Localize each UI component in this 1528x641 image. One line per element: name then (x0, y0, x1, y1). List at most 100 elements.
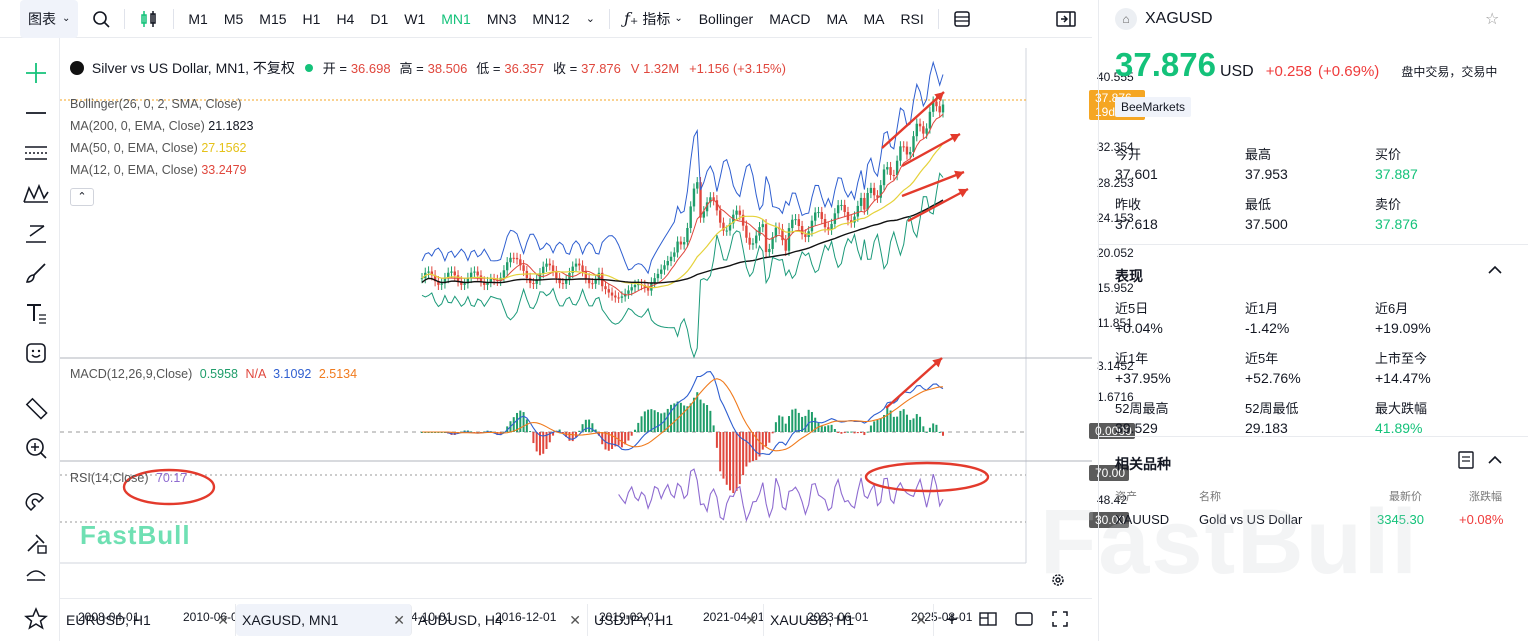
candle-body (725, 230, 728, 232)
ma12-legend[interactable]: MA(12, 0, EMA, Close) 33.2479 (70, 163, 247, 177)
tf-M1[interactable]: M1 (180, 0, 215, 38)
macd-histogram-bar (568, 432, 571, 441)
ma200-legend[interactable]: MA(200, 0, EMA, Close) 21.1823 (70, 119, 253, 133)
candle-body (718, 210, 722, 223)
crosshair-icon[interactable] (18, 58, 54, 88)
close-icon[interactable]: ✕ (217, 612, 229, 629)
news-list-icon[interactable] (1457, 451, 1475, 474)
macd-histogram-bar (873, 421, 876, 432)
ma50-legend[interactable]: MA(50, 0, EMA, Close) 27.1562 (70, 141, 247, 155)
candle-body (820, 212, 823, 220)
trend-line-icon[interactable] (18, 98, 54, 128)
stat-value: 41.89% (1375, 420, 1423, 436)
macd-histogram-bar (840, 432, 843, 434)
candle-body (791, 219, 794, 229)
perf-1y: 近1年 +37.95% (1115, 348, 1245, 386)
macd-histogram-bar (932, 423, 935, 432)
indicator-ma[interactable]: MA (818, 0, 855, 38)
projection-icon[interactable] (18, 218, 54, 248)
candle-body (489, 278, 493, 283)
macd-histogram-bar (899, 410, 902, 432)
candle-body (673, 252, 676, 257)
tf-MN1[interactable]: MN1 (433, 0, 479, 38)
close-icon[interactable]: ✕ (745, 612, 757, 629)
tf-M15[interactable]: M15 (251, 0, 294, 38)
stat-label: 近6月 (1375, 301, 1409, 316)
tf-D1[interactable]: D1 (362, 0, 396, 38)
stat-label: 近5年 (1245, 351, 1279, 366)
stat-label: 上市至今 (1375, 351, 1428, 366)
close-icon[interactable]: ✕ (569, 612, 581, 629)
timeframe-more-chevron-icon[interactable]: ⌄ (578, 0, 603, 38)
indicators-button[interactable]: ƒ₊ 指标 ⌄ (616, 0, 691, 38)
close-icon[interactable]: ✕ (393, 612, 405, 629)
indicator-rsi[interactable]: RSI (892, 0, 931, 38)
tf-W1[interactable]: W1 (396, 0, 433, 38)
ma50-label: MA(50, 0, EMA, Close) (70, 141, 198, 155)
symbol-tab[interactable]: AUDUSD, H4 ✕ (412, 604, 588, 636)
tf-MN3[interactable]: MN3 (479, 0, 525, 38)
indicator-macd[interactable]: MACD (761, 0, 818, 38)
tf-H1[interactable]: H1 (295, 0, 329, 38)
candle-body (686, 227, 689, 243)
tf-MN12[interactable]: MN12 (524, 0, 577, 38)
open-label: 开 = (322, 61, 347, 76)
pattern-icon[interactable] (18, 178, 54, 208)
macd-histogram-bar (765, 432, 768, 447)
macd-legend[interactable]: MACD(12,26,9,Close) 0.5958 N/A 3.1092 2.… (70, 367, 357, 381)
add-tab-plus-icon[interactable]: + (934, 609, 970, 632)
macd-histogram-bar (794, 408, 797, 432)
chevron-up-icon[interactable] (1487, 452, 1503, 473)
symbol-tab[interactable]: USDJPY, H1 ✕ (588, 604, 764, 636)
symbol-logo-icon (70, 61, 84, 75)
search-icon[interactable] (84, 0, 118, 38)
horizontal-lines-icon[interactable] (18, 138, 54, 168)
fullscreen-icon[interactable] (1042, 610, 1078, 630)
single-layout-icon[interactable] (1006, 611, 1042, 629)
quote-bid: 买价 37.887 (1375, 144, 1505, 182)
macd-histogram-bar (902, 409, 905, 432)
macd-histogram-bar (640, 416, 643, 432)
candle-body (614, 295, 617, 298)
favorites-star-icon[interactable] (18, 604, 54, 634)
indicator-ma-2[interactable]: MA (855, 0, 892, 38)
chart-area[interactable]: Silver vs US Dollar, MN1, 不复权 开 = 36.698… (60, 38, 1145, 624)
rsi-legend[interactable]: RSI(14,Close) 70.17 (70, 471, 187, 485)
visibility-icon[interactable] (18, 564, 54, 584)
macd-histogram-bar (781, 416, 784, 432)
zoom-in-icon[interactable] (18, 433, 54, 463)
macd-histogram-bar (797, 412, 800, 432)
close-icon[interactable]: ✕ (915, 612, 927, 629)
favorite-star-icon[interactable]: ☆ (1485, 9, 1499, 29)
candle-body (676, 241, 679, 253)
chart-type-dropdown[interactable]: 图表 ⌄ (20, 0, 79, 38)
symbol-tab-active[interactable]: XAGUSD, MN1 ✕ (236, 604, 412, 636)
collapse-panel-icon[interactable] (1048, 0, 1084, 38)
tf-H4[interactable]: H4 (328, 0, 362, 38)
ruler-icon[interactable] (18, 393, 54, 423)
macd-histogram-bar (938, 431, 941, 433)
indicator-bollinger[interactable]: Bollinger (691, 0, 761, 38)
symbol-tab[interactable]: XAUUSD, H1 ✕ (764, 604, 934, 636)
candle-body (892, 174, 896, 176)
candle-body (692, 188, 696, 207)
tf-M5[interactable]: M5 (216, 0, 251, 38)
candle-body (633, 284, 637, 288)
chart-type-label: 图表 (28, 10, 56, 27)
magnet-icon[interactable] (18, 488, 54, 518)
rsi-line (618, 468, 944, 523)
collapse-legend-chevron-up-icon[interactable]: ⌃ (70, 188, 94, 206)
text-tool-icon[interactable] (18, 298, 54, 328)
layout-template-icon[interactable] (945, 0, 979, 38)
emoji-icon[interactable] (18, 338, 54, 368)
symbol-tab[interactable]: EURUSD, H1 ✕ (60, 604, 236, 636)
chevron-up-icon[interactable] (1487, 262, 1503, 283)
candle-type-icon[interactable] (131, 0, 167, 38)
candle-body (758, 227, 761, 236)
bollinger-legend[interactable]: Bollinger(26, 0, 2, SMA, Close) (70, 97, 242, 111)
lock-drawings-icon[interactable] (18, 528, 54, 558)
rsi-label: RSI(14,Close) (70, 471, 149, 485)
split-layout-icon[interactable] (970, 611, 1006, 629)
divider (1099, 244, 1528, 245)
brush-icon[interactable] (18, 258, 54, 288)
